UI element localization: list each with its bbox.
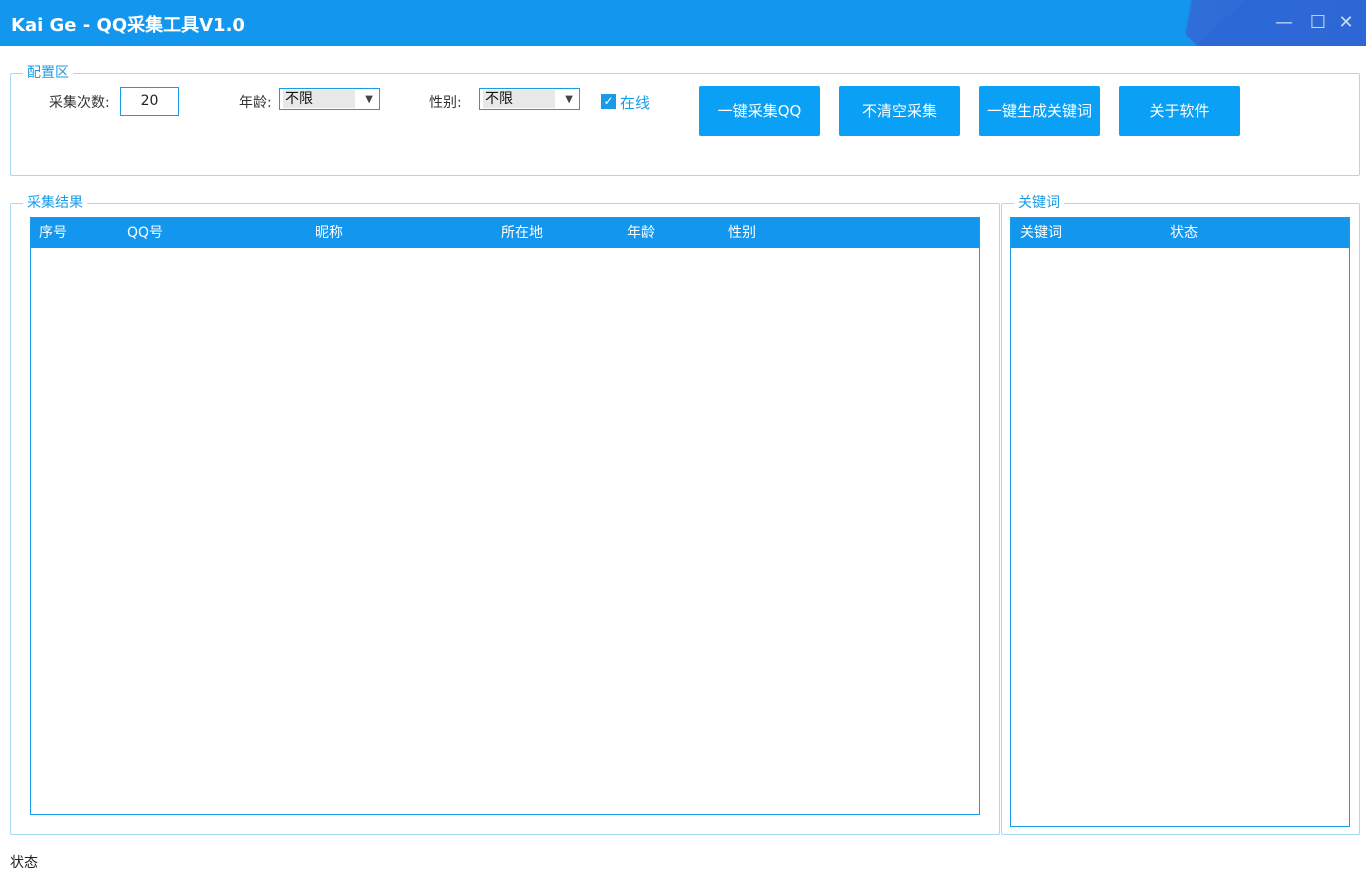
window-title: Kai Ge - QQ采集工具V1.0 (11, 15, 245, 36)
status-text: 状态 (10, 855, 38, 871)
column-header-keyword[interactable]: 关键词 (1020, 218, 1062, 248)
keywords-table[interactable]: 关键词 状态 (1010, 217, 1350, 827)
chevron-down-icon: ▼ (365, 94, 373, 105)
results-table[interactable]: 序号 QQ号 昵称 所在地 年龄 性别 (30, 217, 980, 815)
keywords-group-label: 关键词 (1014, 195, 1064, 211)
column-header-age[interactable]: 年龄 (627, 218, 655, 248)
gender-label: 性别: (429, 95, 462, 111)
no-clear-collect-button[interactable]: 不清空采集 (839, 86, 960, 136)
age-select-value: 不限 (283, 90, 355, 108)
online-checkbox[interactable]: ✓ (601, 94, 616, 109)
keywords-table-header: 关键词 状态 (1011, 218, 1349, 248)
results-group-label: 采集结果 (23, 195, 87, 211)
gender-select[interactable]: 不限 ▼ (479, 88, 580, 110)
column-header-gender[interactable]: 性别 (728, 218, 756, 248)
minimize-icon[interactable]: — (1272, 11, 1296, 35)
column-header-nickname[interactable]: 昵称 (315, 218, 343, 248)
close-icon[interactable]: ✕ (1334, 11, 1358, 35)
age-label: 年龄: (239, 95, 272, 111)
column-header-index[interactable]: 序号 (39, 218, 67, 248)
age-select[interactable]: 不限 ▼ (279, 88, 380, 110)
chevron-down-icon: ▼ (565, 94, 573, 105)
column-header-qq[interactable]: QQ号 (127, 218, 163, 248)
title-bar: Kai Ge - QQ采集工具V1.0 — ☐ ✕ (0, 0, 1366, 46)
generate-keywords-button[interactable]: 一键生成关键词 (979, 86, 1100, 136)
config-group-label: 配置区 (23, 65, 73, 81)
collect-count-label: 采集次数: (49, 95, 110, 111)
about-software-button[interactable]: 关于软件 (1119, 86, 1240, 136)
results-table-header: 序号 QQ号 昵称 所在地 年龄 性别 (31, 218, 979, 248)
collect-count-input[interactable]: 20 (120, 87, 179, 116)
column-header-location[interactable]: 所在地 (501, 218, 543, 248)
column-header-status[interactable]: 状态 (1170, 218, 1198, 248)
maximize-icon[interactable]: ☐ (1306, 11, 1330, 35)
gender-select-value: 不限 (483, 90, 555, 108)
collect-qq-button[interactable]: 一键采集QQ (699, 86, 820, 136)
online-checkbox-label: 在线 (620, 94, 651, 112)
